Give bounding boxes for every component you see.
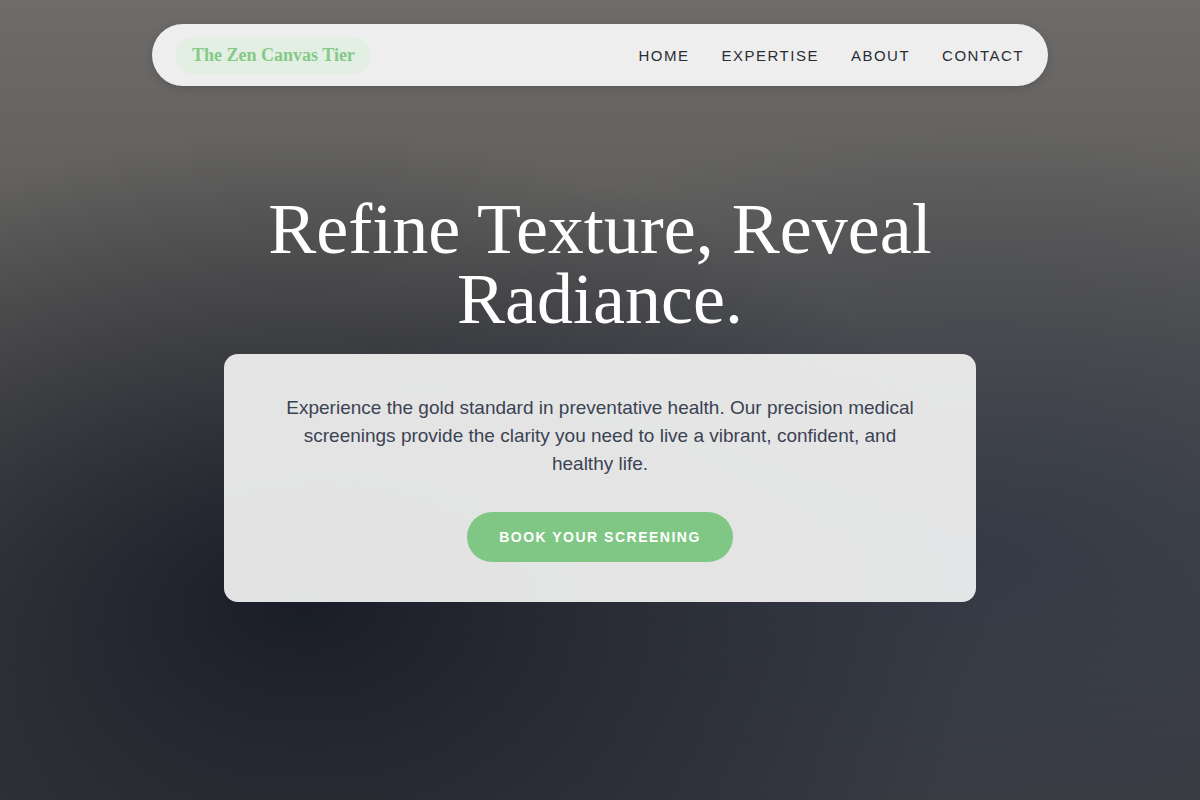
- nav-link[interactable]: EXPERTISE: [722, 47, 819, 64]
- nav-link[interactable]: CONTACT: [942, 47, 1024, 64]
- book-button[interactable]: BOOK YOUR SCREENING: [467, 512, 733, 562]
- hero-card: Experience the gold standard in preventa…: [224, 354, 976, 602]
- nav-link[interactable]: HOME: [639, 47, 690, 64]
- navbar: The Zen Canvas Tier HOME EXPERTISE ABOUT CON…: [152, 24, 1048, 86]
- hero-title: Refine Texture, Reveal Radiance.: [210, 194, 990, 334]
- hero-description: Experience the gold standard in preventa…: [284, 394, 916, 478]
- logo[interactable]: The Zen Canvas Tier: [176, 37, 371, 74]
- hero-section: The Zen Canvas Tier HOME EXPERTISE ABOUT CON…: [0, 0, 1200, 800]
- nav-link[interactable]: ABOUT: [851, 47, 910, 64]
- nav-links: HOME EXPERTISE ABOUT CONTACT: [639, 47, 1025, 64]
